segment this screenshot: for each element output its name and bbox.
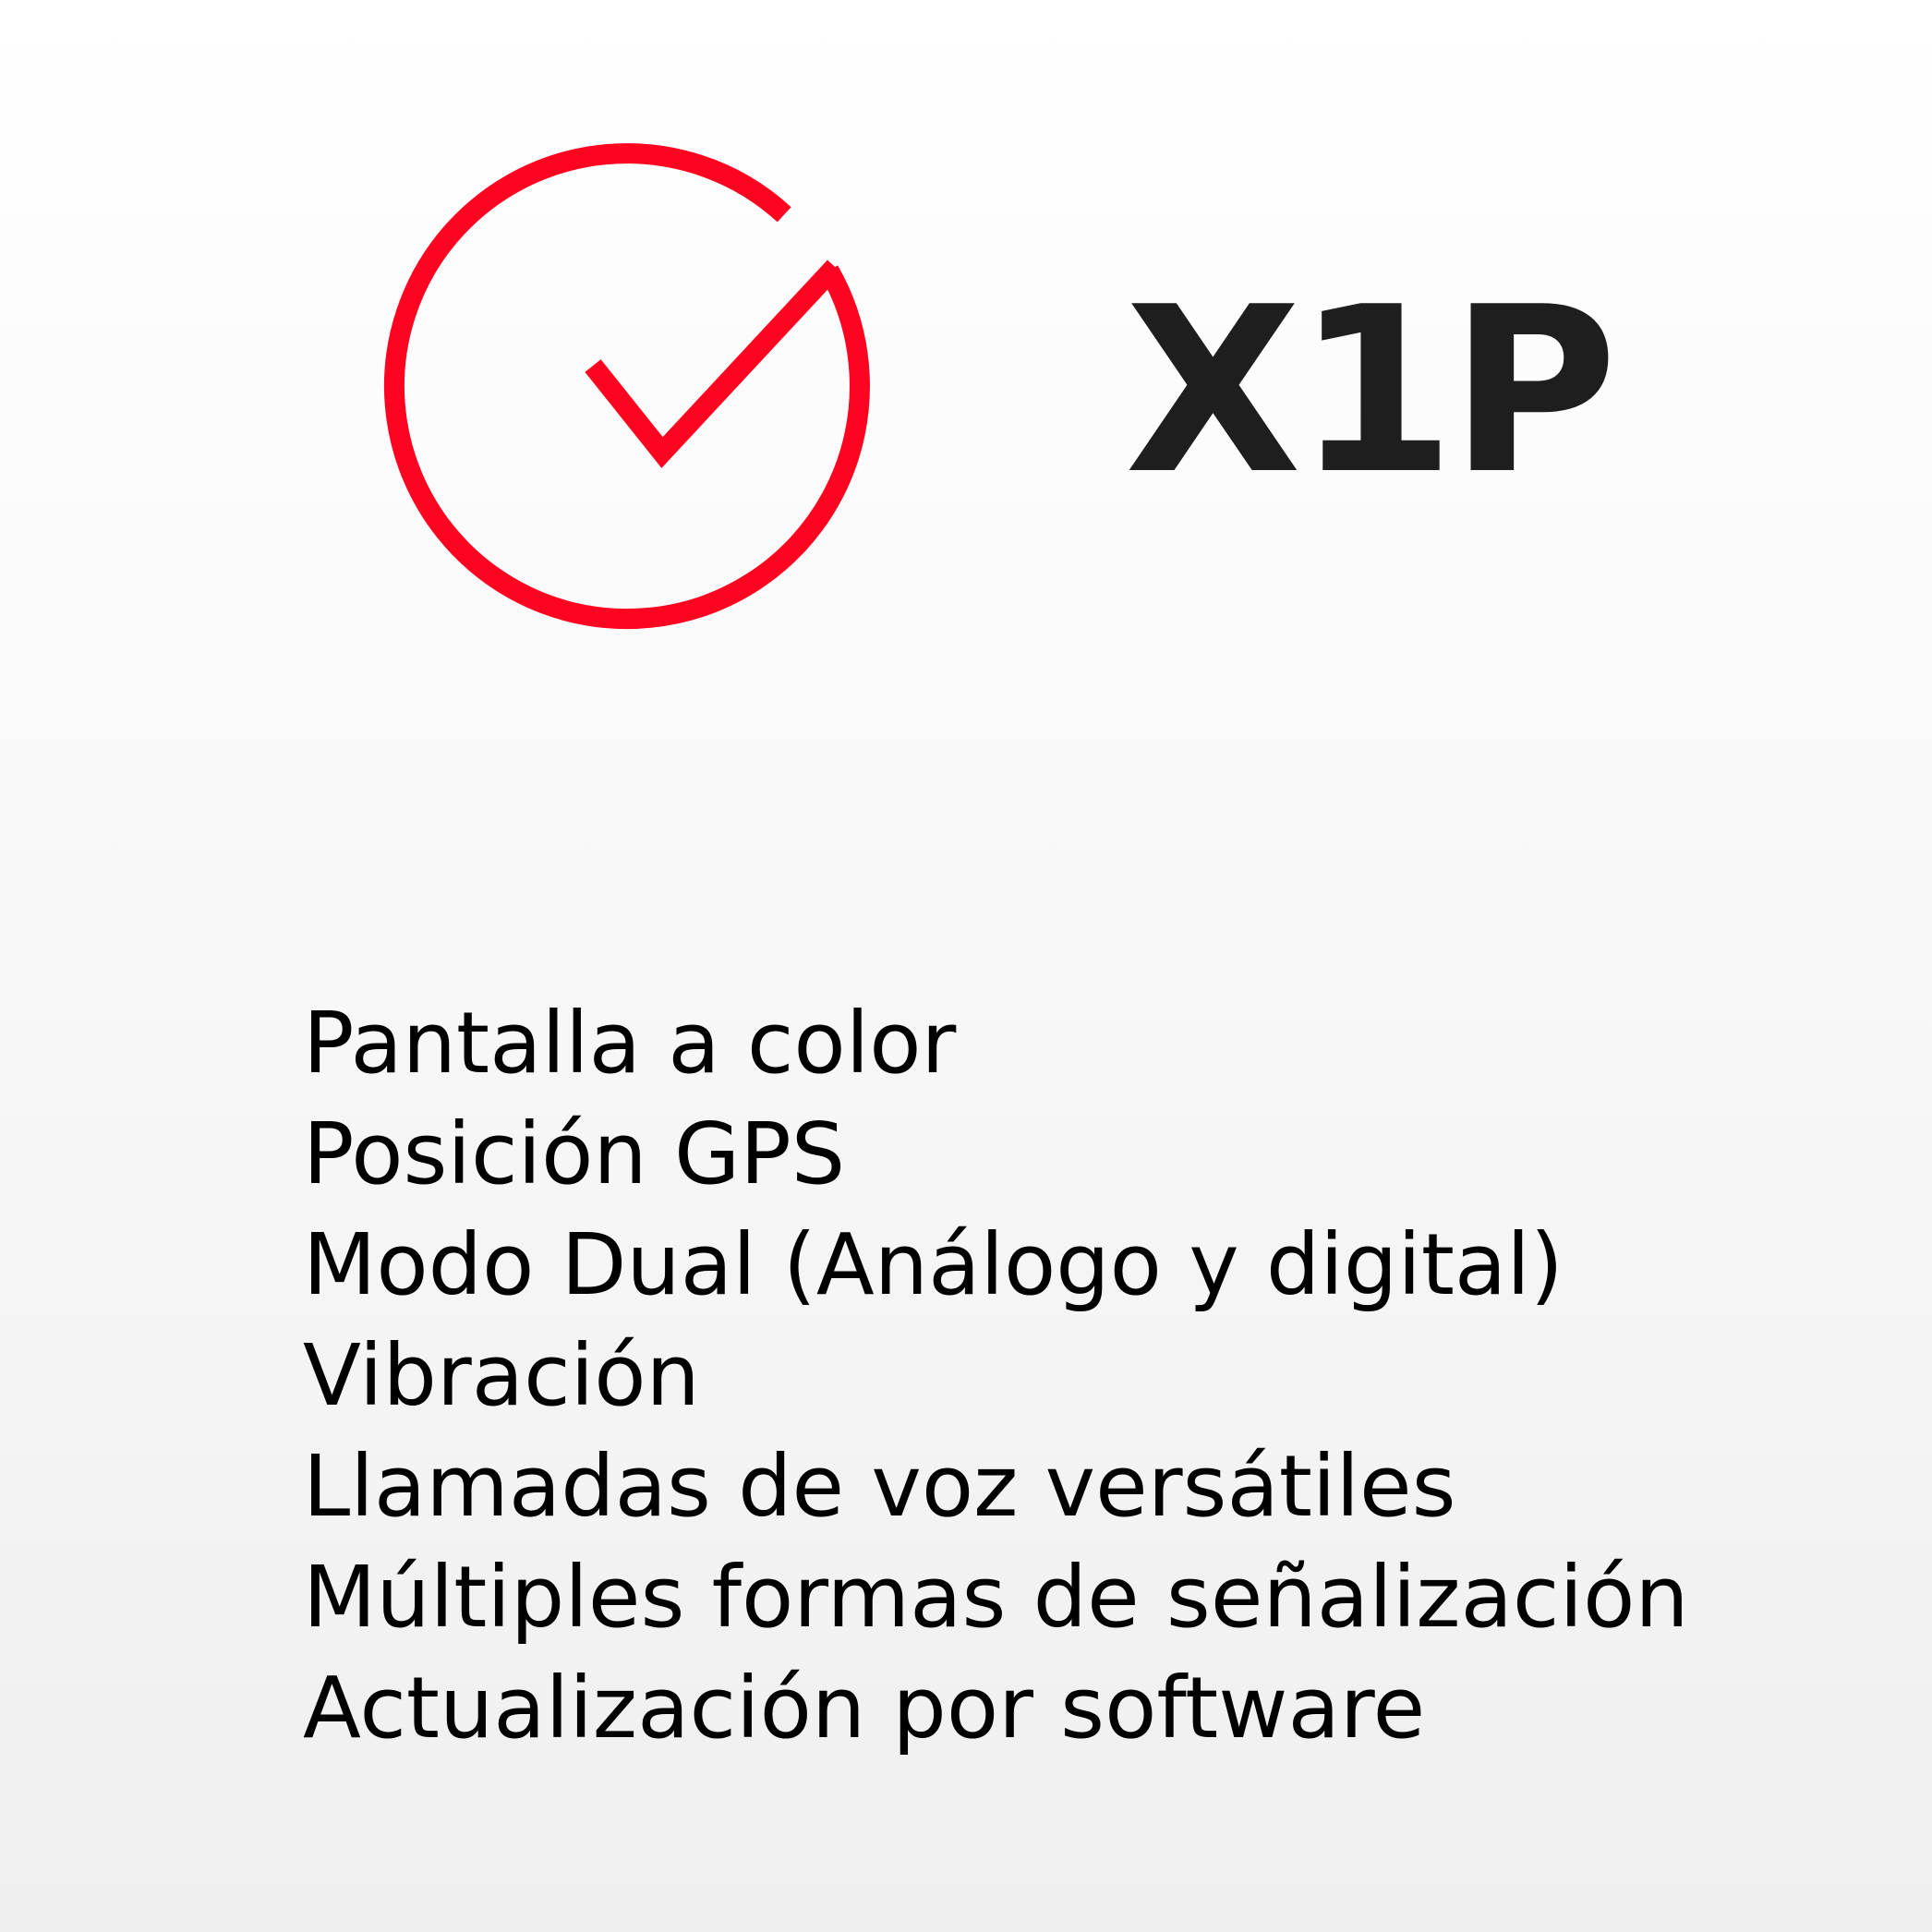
feature-item-gps: Posición GPS xyxy=(303,1105,846,1203)
feature-item-dual-mode: Modo Dual (Análogo y digital) xyxy=(303,1215,1564,1314)
feature-list: Pantalla a color Posición GPS Modo Dual … xyxy=(303,988,1689,1764)
feature-item-signaling: Múltiples formas de señalización xyxy=(303,1548,1689,1647)
model-title: X1P xyxy=(1125,259,1618,525)
feature-item-software-update: Actualización por software xyxy=(303,1659,1426,1757)
feature-item-vibration: Vibración xyxy=(303,1326,700,1425)
check-circle-icon xyxy=(383,143,870,630)
feature-item-voice-calls: Llamadas de voz versátiles xyxy=(303,1437,1456,1536)
feature-item-color-screen: Pantalla a color xyxy=(303,994,957,1093)
